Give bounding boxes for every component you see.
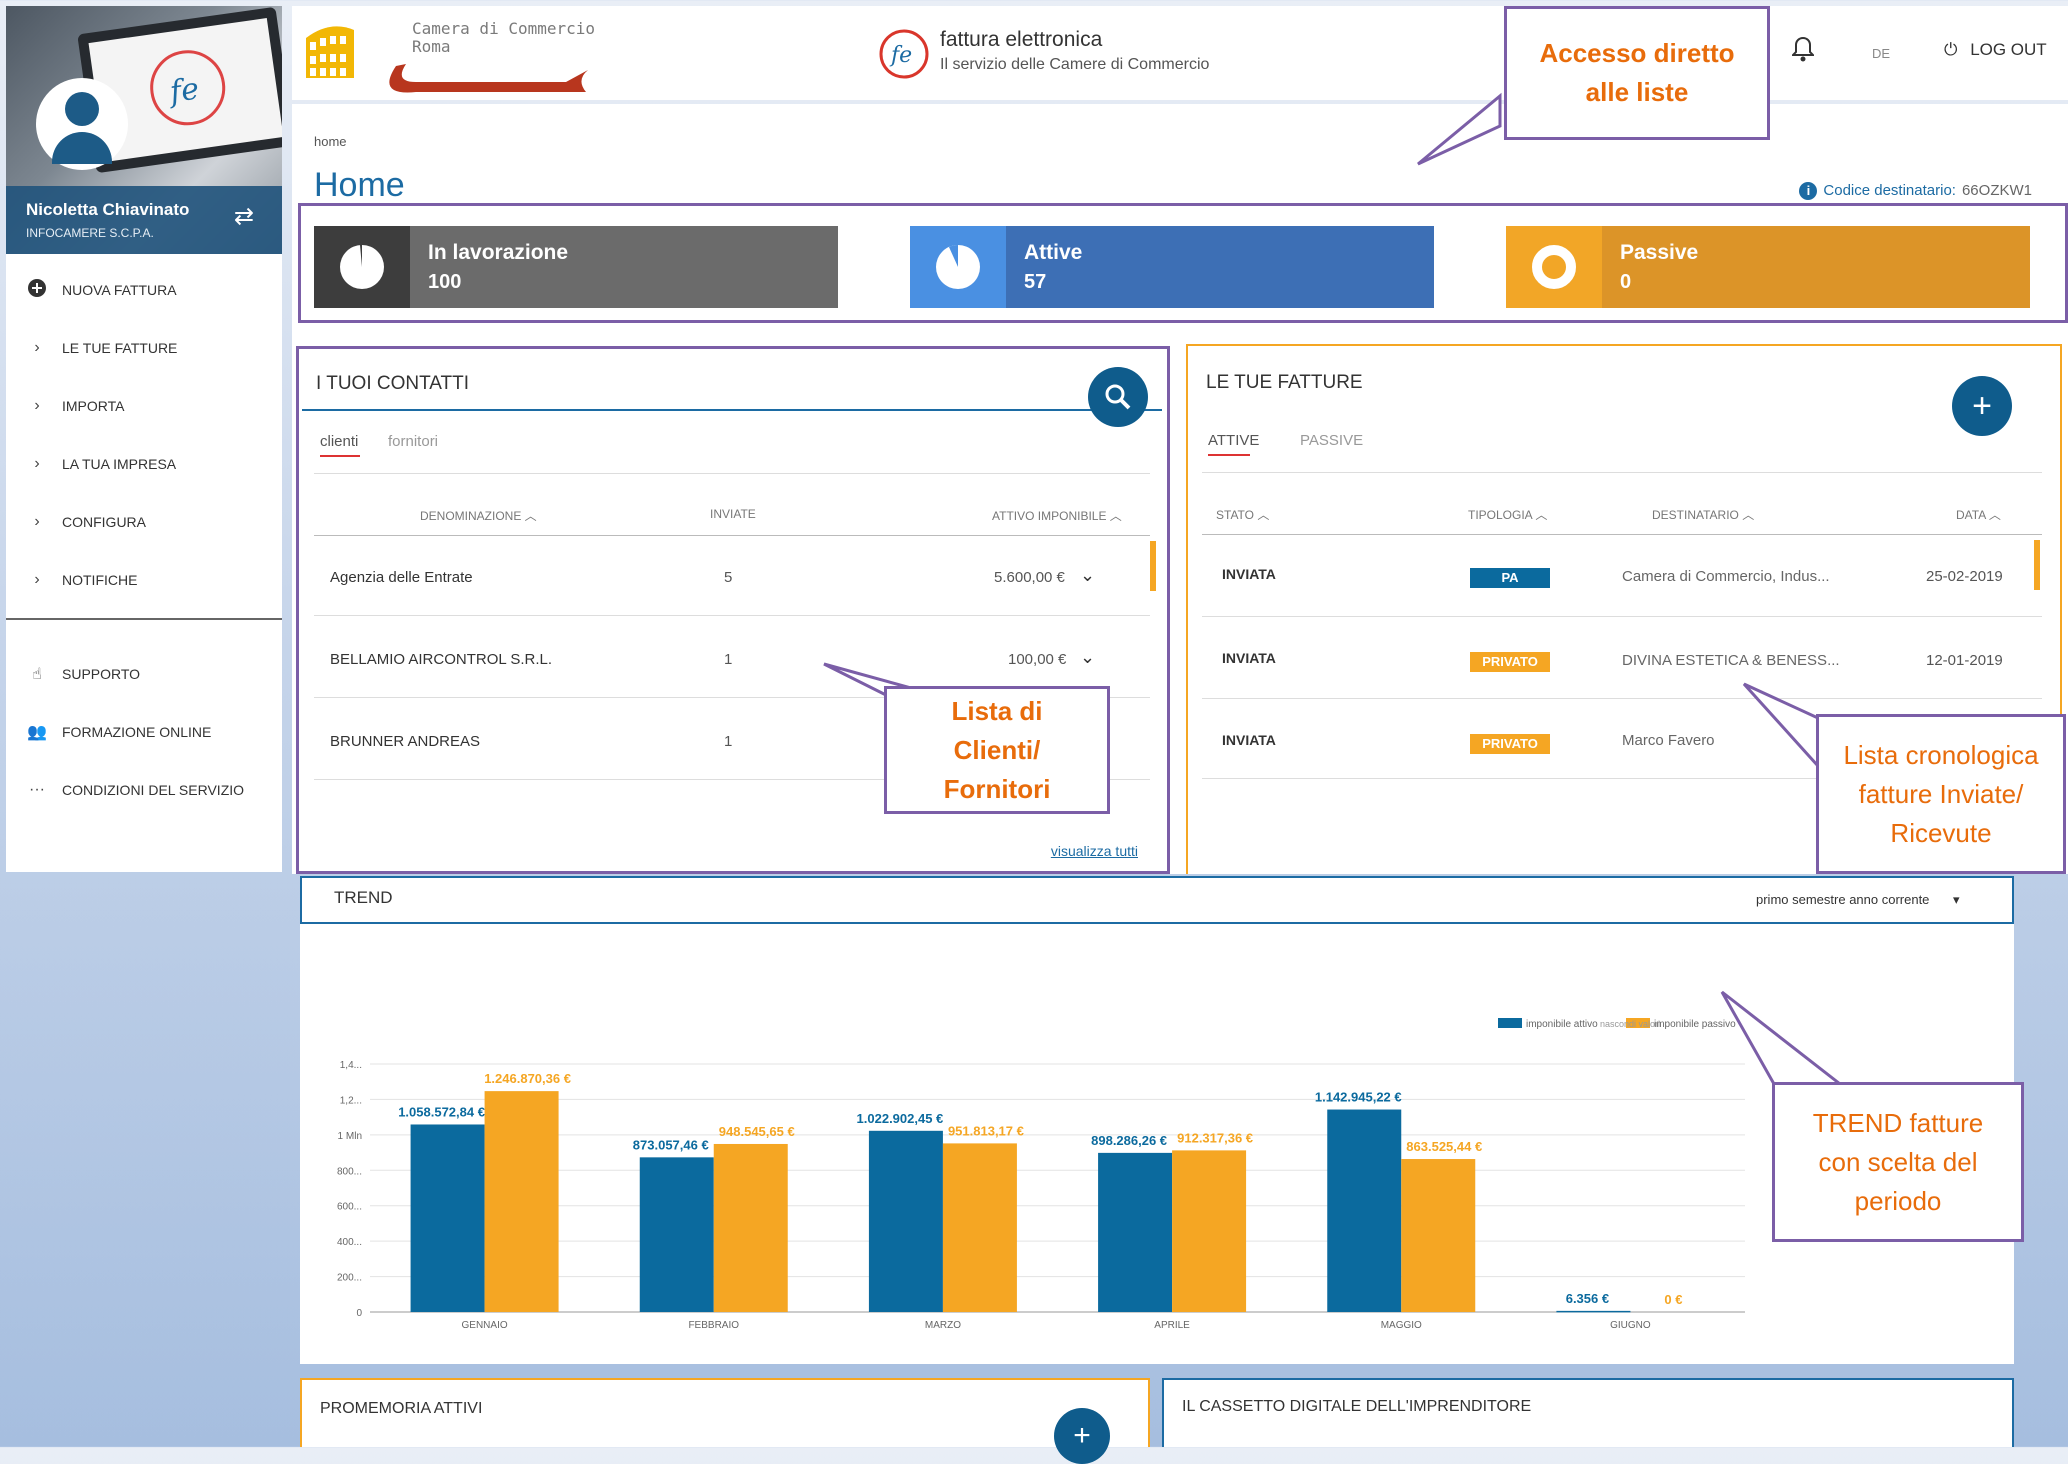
callout-lista-clienti: Lista di Clienti/Fornitori [884, 686, 1110, 814]
callout-trend: TREND fatture con scelta del periodo [1772, 1082, 2024, 1242]
callout-accesso-diretto: Accesso diretto alle liste [1504, 6, 1770, 140]
callout-lista-cronologica: Lista cronologica fatture Inviate/Ricevut… [1816, 714, 2066, 874]
